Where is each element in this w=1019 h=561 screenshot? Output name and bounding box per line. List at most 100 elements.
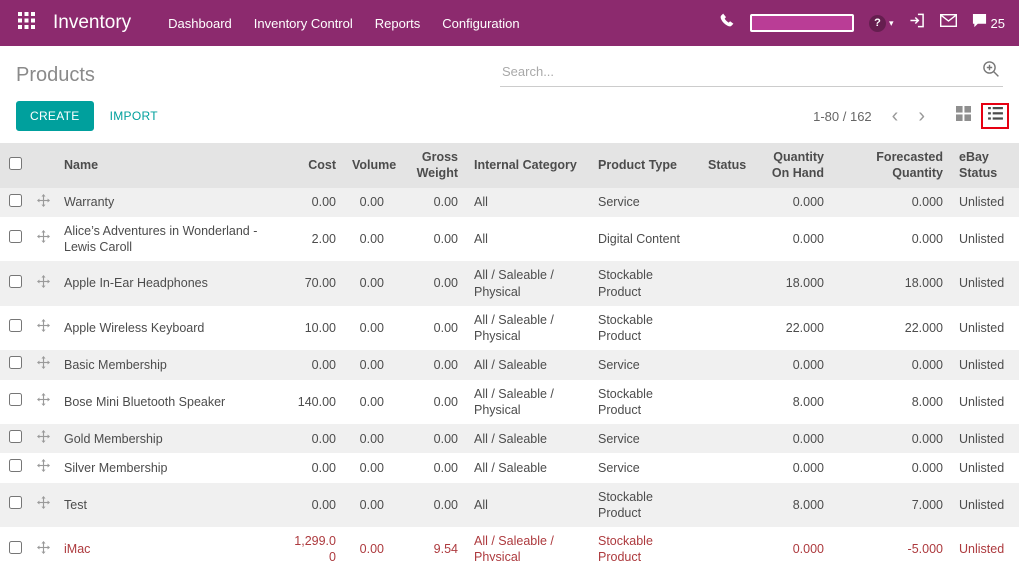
- row-checkbox[interactable]: [8, 319, 22, 333]
- row-checkbox[interactable]: [8, 496, 22, 510]
- drag-handle-icon[interactable]: [36, 274, 50, 291]
- row-checkbox[interactable]: [8, 430, 22, 443]
- drag-handle-icon[interactable]: [36, 540, 50, 557]
- cell-quantity-on-hand: 0.000: [792, 431, 824, 446]
- column-header-forecasted-quantity[interactable]: Forecasted Quantity: [832, 143, 951, 188]
- cell-cost: 0.00: [311, 431, 336, 446]
- drag-handle-icon[interactable]: [36, 193, 50, 210]
- drag-handle-icon[interactable]: [36, 496, 50, 512]
- chat-bubble-icon: [972, 13, 987, 33]
- table-row[interactable]: Basic Membership 0.00 0.00 0.00 All / Sa…: [0, 350, 1019, 380]
- cell-gross-weight: 0.00: [433, 497, 458, 512]
- column-header-cost[interactable]: Cost: [282, 143, 344, 188]
- import-button[interactable]: IMPORT: [110, 109, 158, 123]
- cell-ebay-status: Unlisted: [959, 320, 1005, 335]
- cell-internal-category: All / Saleable: [474, 460, 547, 475]
- apps-menu-button[interactable]: [10, 6, 43, 40]
- column-header-product-type[interactable]: Product Type: [590, 143, 700, 188]
- cell-cost: 0.00: [311, 195, 336, 209]
- drag-handle-icon[interactable]: [36, 230, 50, 246]
- drag-handle-icon[interactable]: [36, 319, 50, 335]
- row-checkbox[interactable]: [8, 274, 22, 288]
- cell-status: [700, 261, 746, 306]
- row-checkbox[interactable]: [8, 393, 22, 407]
- cell-name: Alice’s Adventures in Wonderland - Lewis…: [64, 223, 258, 254]
- nav-item-configuration[interactable]: Configuration: [431, 7, 530, 40]
- chat-button[interactable]: 25: [972, 13, 1005, 33]
- view-switcher: [949, 103, 1009, 129]
- pager: 1-80 / 162 ‹ ›: [813, 103, 1009, 129]
- table-row[interactable]: Silver Membership 0.00 0.00 0.00 All / S…: [0, 453, 1019, 483]
- select-all-checkbox[interactable]: [8, 156, 22, 170]
- table-row[interactable]: Gold Membership 0.00 0.00 0.00 All / Sal…: [0, 424, 1019, 454]
- column-header-gross-weight[interactable]: Gross Weight: [392, 143, 466, 188]
- row-checkbox[interactable]: [8, 356, 22, 370]
- cell-status: [700, 380, 746, 425]
- row-checkbox[interactable]: [8, 193, 22, 207]
- cell-cost: 2.00: [311, 231, 336, 246]
- pager-previous-button[interactable]: ‹: [882, 106, 909, 126]
- nav-item-inventory-control[interactable]: Inventory Control: [243, 7, 364, 40]
- cell-gross-weight: 0.00: [433, 231, 458, 246]
- phone-icon: [720, 13, 735, 33]
- phone-button[interactable]: [720, 13, 735, 33]
- column-header-ebay-status[interactable]: eBay Status: [951, 143, 1019, 188]
- cell-gross-weight: 0.00: [433, 320, 458, 335]
- cell-status: [700, 217, 746, 262]
- main-menu: Dashboard Inventory Control Reports Conf…: [157, 7, 530, 40]
- drag-handle-icon[interactable]: [36, 459, 50, 475]
- kanban-view-button[interactable]: [949, 103, 977, 129]
- table-row[interactable]: Apple In-Ear Headphones 70.00 0.00 0.00 …: [0, 261, 1019, 306]
- cell-product-type: Digital Content: [598, 231, 680, 246]
- search-options-button[interactable]: [981, 60, 1001, 83]
- cell-ebay-status: Unlisted: [959, 497, 1005, 512]
- table-row[interactable]: Apple Wireless Keyboard 10.00 0.00 0.00 …: [0, 305, 1019, 351]
- sign-in-button[interactable]: [909, 13, 925, 33]
- user-menu-redacted[interactable]: [750, 14, 854, 32]
- cell-volume: 0.00: [359, 497, 384, 512]
- page-title: Products: [16, 64, 95, 86]
- list-view-button[interactable]: [981, 103, 1009, 129]
- cell-quantity-on-hand: 18.000: [785, 276, 824, 291]
- cell-volume: 0.00: [359, 276, 384, 291]
- row-checkbox[interactable]: [8, 540, 22, 554]
- drag-handle-icon[interactable]: [36, 356, 50, 372]
- nav-item-dashboard[interactable]: Dashboard: [157, 7, 243, 40]
- pager-next-button[interactable]: ›: [908, 106, 935, 126]
- cell-cost: 140.00: [297, 394, 336, 409]
- table-row[interactable]: Bose Mini Bluetooth Speaker 140.00 0.00 …: [0, 379, 1019, 425]
- kanban-view-icon: [955, 106, 971, 126]
- pager-range[interactable]: 1-80 / 162: [813, 109, 872, 124]
- column-header-volume[interactable]: Volume: [344, 143, 396, 188]
- cell-internal-category: All / Saleable: [474, 431, 547, 446]
- cell-internal-category: All / Saleable: [474, 357, 547, 372]
- row-handle-cell: [30, 217, 56, 262]
- row-checkbox[interactable]: [8, 230, 22, 244]
- cell-forecasted-quantity: 0.000: [911, 231, 943, 246]
- cell-status: [700, 483, 746, 528]
- drag-handle-icon[interactable]: [36, 430, 50, 446]
- cell-product-type: Service: [598, 431, 640, 446]
- column-header-quantity-on-hand[interactable]: Quantity On Hand: [746, 143, 832, 188]
- list-view-icon: [987, 107, 1003, 125]
- create-button[interactable]: CREATE: [16, 101, 94, 131]
- nav-item-reports[interactable]: Reports: [364, 7, 432, 40]
- cell-quantity-on-hand: 0.000: [792, 231, 824, 246]
- cell-cost: 0.00: [311, 497, 336, 512]
- search-input[interactable]: [502, 64, 981, 79]
- table-row[interactable]: iMac 1,299.00 0.00 9.54 All / Saleable /…: [0, 527, 1019, 561]
- table-row[interactable]: Warranty 0.00 0.00 0.00 All Service 0.00…: [0, 187, 1019, 217]
- table-row[interactable]: Test 0.00 0.00 0.00 All Stockable Produc…: [0, 482, 1019, 528]
- drag-handle-icon[interactable]: [36, 393, 50, 409]
- column-header-name[interactable]: Name: [56, 143, 282, 188]
- column-header-status[interactable]: Status: [700, 143, 746, 188]
- column-header-internal-category[interactable]: Internal Category: [466, 143, 590, 188]
- cell-volume: 0.00: [359, 431, 384, 446]
- cell-forecasted-quantity: 0.000: [911, 357, 943, 372]
- row-checkbox[interactable]: [8, 459, 22, 473]
- cell-product-type: Stockable Product: [598, 489, 653, 520]
- messages-inbox-button[interactable]: [939, 13, 957, 32]
- cell-gross-weight: 0.00: [433, 195, 458, 209]
- help-menu[interactable]: ? ▾: [869, 14, 894, 32]
- table-row[interactable]: Alice’s Adventures in Wonderland - Lewis…: [0, 216, 1019, 262]
